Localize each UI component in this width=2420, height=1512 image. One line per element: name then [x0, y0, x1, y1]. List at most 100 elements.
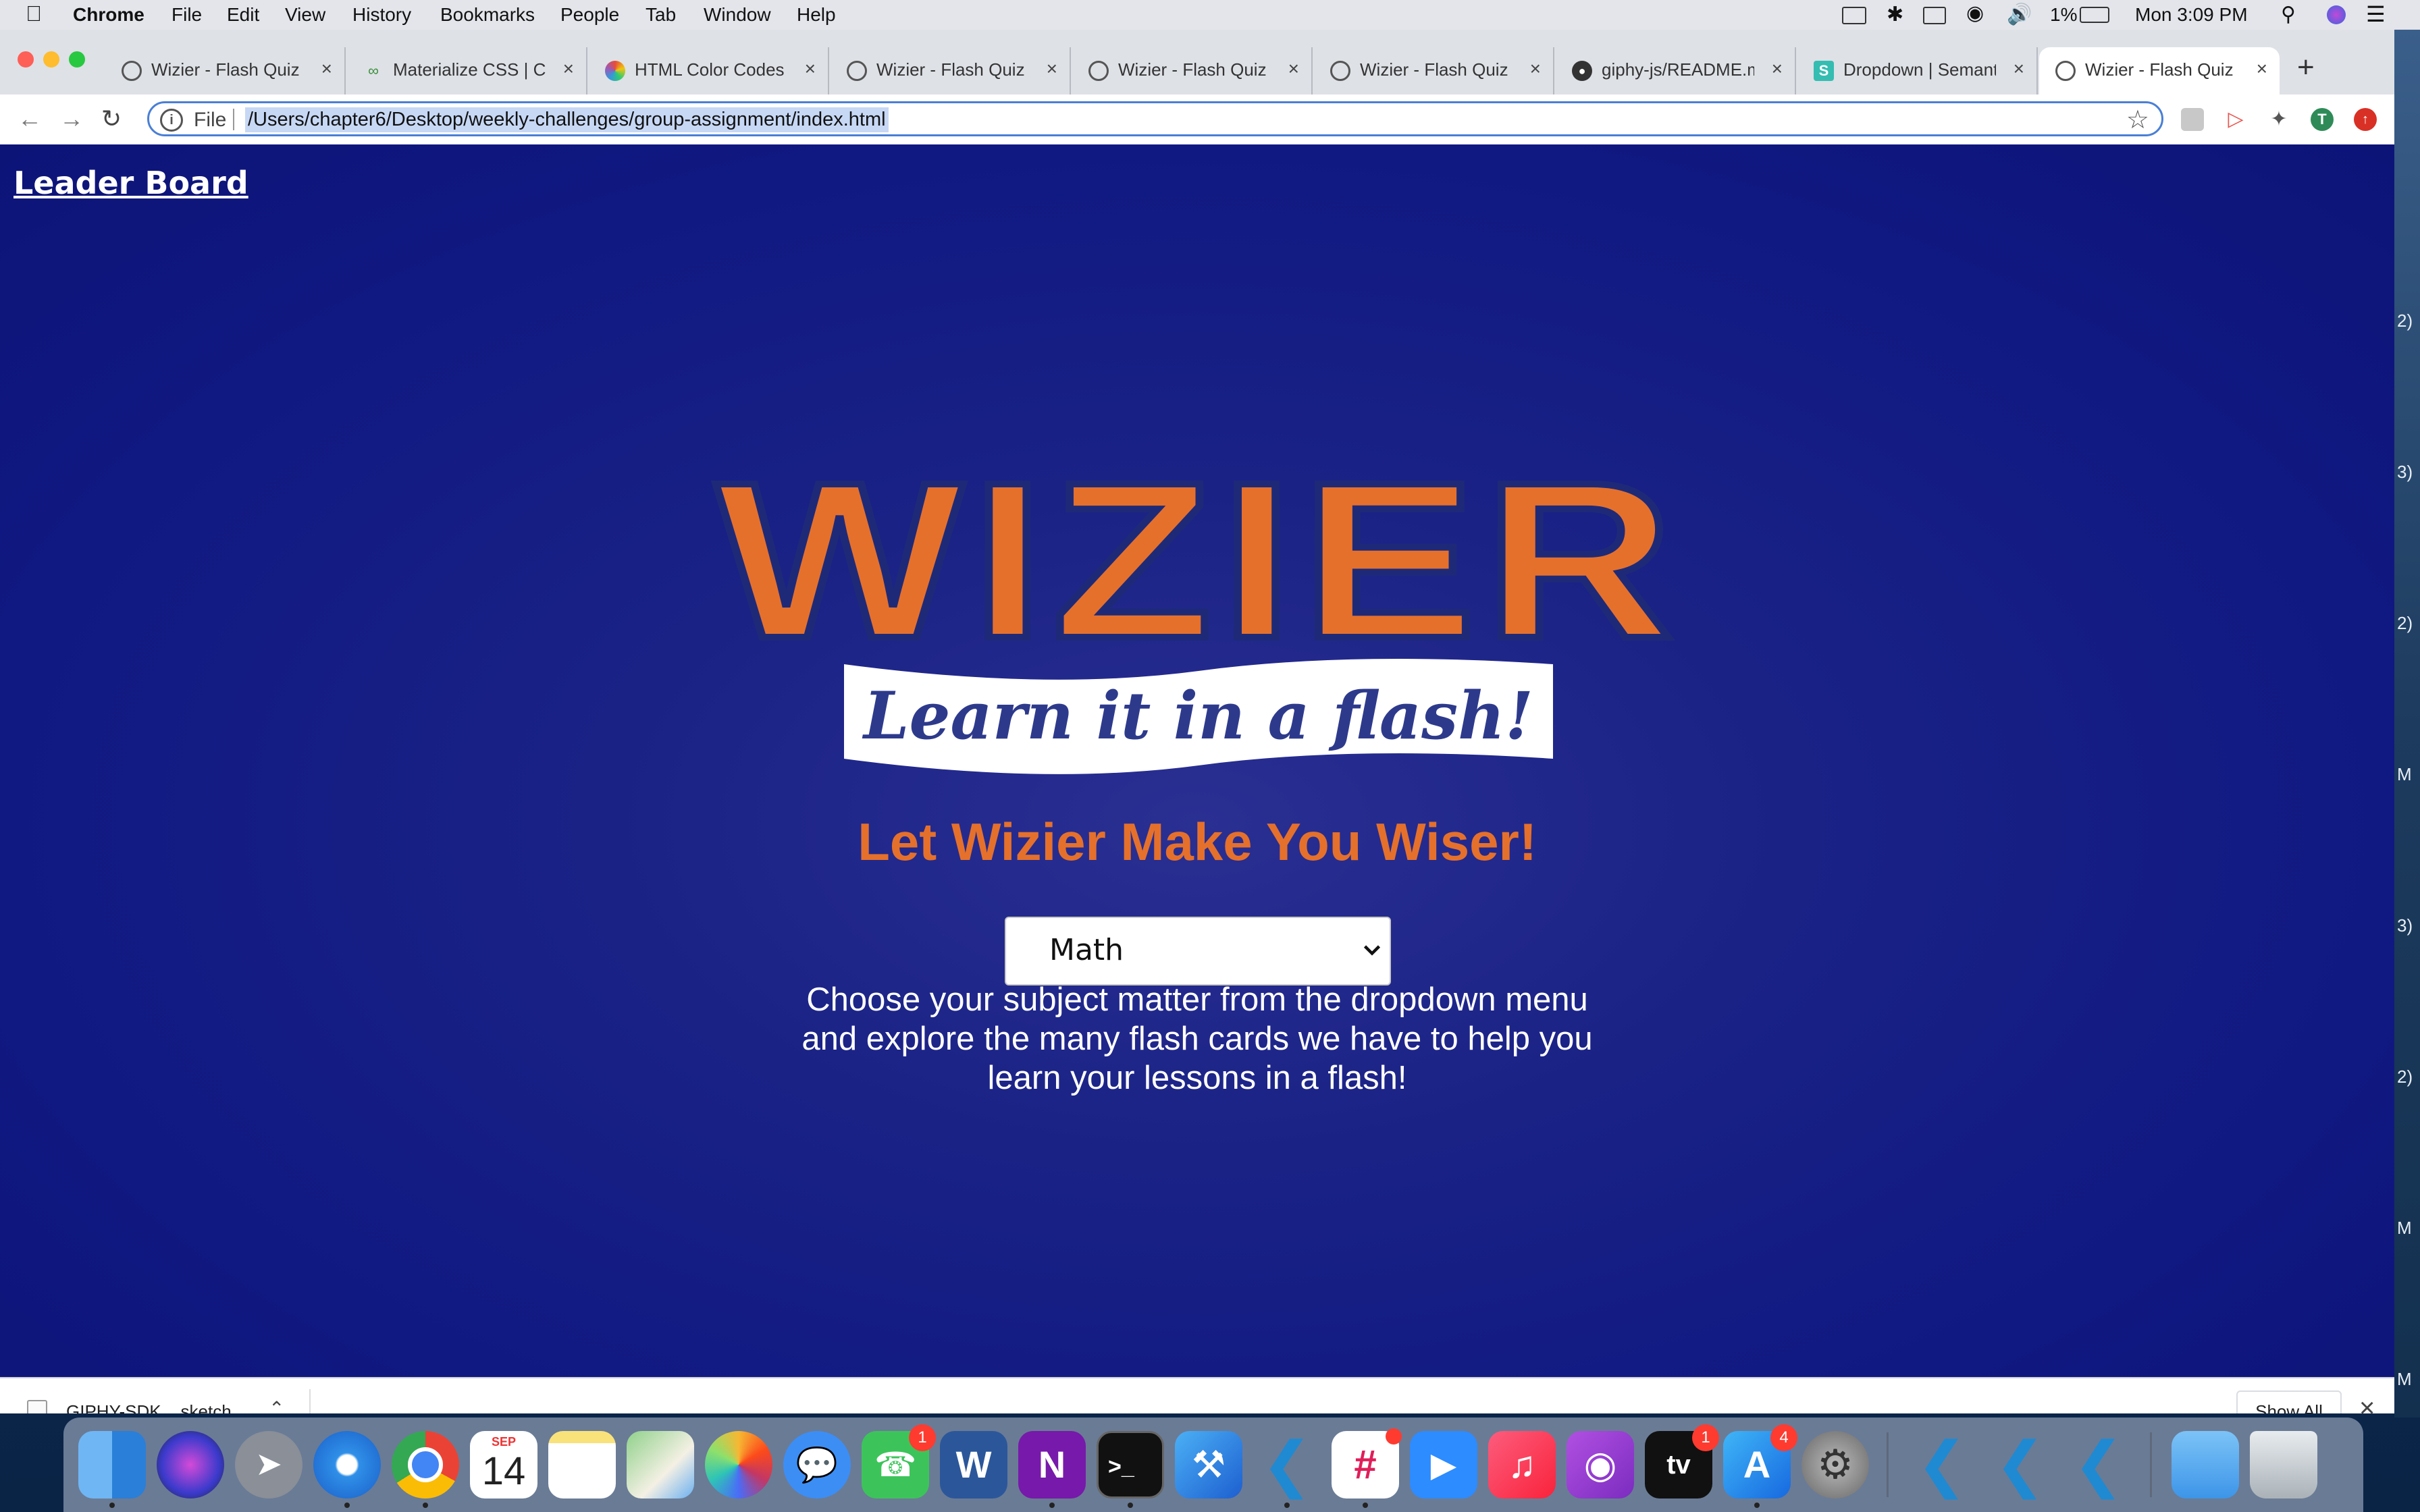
notification-center-icon[interactable]: ☰ [2366, 1, 2386, 27]
tab-active[interactable]: Wizier - Flash Quiz × [2039, 47, 2280, 94]
xcode-icon[interactable]: ⚒ [1175, 1431, 1242, 1498]
bluetooth-icon[interactable]: ✱ [1887, 3, 1903, 26]
battery-icon[interactable] [2080, 7, 2109, 23]
close-icon[interactable]: × [1530, 58, 1541, 80]
spotlight-search-icon[interactable]: ⚲ [2281, 3, 2296, 26]
menu-file[interactable]: File [172, 4, 202, 26]
close-icon[interactable]: × [2014, 58, 2024, 80]
menu-app-name[interactable]: Chrome [73, 4, 144, 26]
trash-icon[interactable] [2250, 1431, 2317, 1498]
minimize-window-button[interactable] [43, 51, 59, 68]
recorder-extension-icon[interactable]: ▷ [2224, 108, 2247, 131]
chevron-up-icon[interactable]: ⌃ [269, 1397, 284, 1413]
menu-history[interactable]: History [352, 4, 411, 26]
tab[interactable]: Wizier - Flash Quiz × [1314, 47, 1554, 94]
tab[interactable]: Wizier - Flash Quiz × [831, 47, 1071, 94]
desktop-edge-text: M [2397, 1218, 2412, 1238]
volume-icon[interactable]: 🔊 [2007, 3, 2032, 26]
notes-icon[interactable] [548, 1431, 616, 1498]
messages-icon[interactable]: 💬 [783, 1431, 851, 1498]
subject-dropdown[interactable]: Math [1005, 917, 1391, 986]
menu-view[interactable]: View [285, 4, 325, 26]
close-icon[interactable]: × [805, 58, 816, 80]
running-indicator [423, 1503, 428, 1508]
zoom-icon[interactable]: ▶ [1410, 1431, 1477, 1498]
new-tab-button[interactable]: + [2297, 53, 2315, 82]
chrome-icon[interactable] [392, 1431, 459, 1498]
notification-badge: 4 [1770, 1424, 1797, 1451]
reload-icon[interactable]: ↻ [101, 104, 122, 134]
tab[interactable]: S Dropdown | Semanti × [1797, 47, 2038, 94]
url-text[interactable]: /Users/chapter6/Desktop/weekly-challenge… [245, 107, 889, 132]
tab[interactable]: HTML Color Codes × [589, 47, 829, 94]
extension-icon[interactable] [2181, 108, 2204, 131]
podcasts-icon[interactable]: ◉ [1567, 1431, 1634, 1498]
close-window-button[interactable] [18, 51, 34, 68]
tab[interactable]: ∞ Materialize CSS | Co × [347, 47, 587, 94]
onenote-icon[interactable]: N [1018, 1431, 1086, 1498]
update-icon[interactable]: ↑ [2354, 108, 2377, 131]
photos-icon[interactable] [705, 1431, 772, 1498]
system-preferences-icon[interactable]: ⚙ [1801, 1431, 1869, 1498]
leaderboard-link[interactable]: Leader Board [14, 165, 248, 201]
keyboard-icon[interactable] [1842, 7, 1866, 24]
music-icon[interactable]: ♫ [1488, 1431, 1556, 1498]
calendar-icon[interactable]: SEP 14 [470, 1431, 537, 1498]
downloads-folder-icon[interactable] [2172, 1431, 2239, 1498]
desktop-edge-text: 2) [2397, 1066, 2413, 1087]
close-icon[interactable]: × [563, 58, 574, 80]
airplay-icon[interactable] [1923, 7, 1946, 24]
tab[interactable]: Wizier - Flash Quiz × [1072, 47, 1313, 94]
profile-avatar[interactable]: T [2311, 108, 2334, 131]
menu-tab[interactable]: Tab [646, 4, 676, 26]
notification-badge: 1 [909, 1424, 936, 1451]
bookmark-star-icon[interactable]: ☆ [2126, 105, 2149, 135]
facetime-icon[interactable]: ☎ 1 [862, 1424, 936, 1498]
puzzle-icon[interactable]: ✦ [2267, 108, 2290, 131]
launchpad-icon[interactable]: ➤ [235, 1431, 302, 1498]
tab[interactable]: Wizier - Flash Quiz × [105, 47, 346, 94]
finder-icon[interactable] [78, 1431, 146, 1498]
tab[interactable]: ● giphy-js/README.m × [1556, 47, 1796, 94]
menu-bookmarks[interactable]: Bookmarks [440, 4, 535, 26]
menu-clock[interactable]: Mon 3:09 PM [2135, 4, 2248, 26]
macos-menu-bar:  Chrome File Edit View History Bookmark… [0, 0, 2420, 30]
safari-icon[interactable] [313, 1431, 381, 1498]
close-icon[interactable]: × [1047, 58, 1057, 80]
download-divider [309, 1389, 311, 1413]
address-bar[interactable]: i File /Users/chapter6/Desktop/weekly-ch… [147, 101, 2163, 136]
site-info-icon[interactable]: i [160, 109, 183, 132]
globe-icon [1330, 61, 1350, 81]
menu-people[interactable]: People [560, 4, 619, 26]
close-icon[interactable]: × [321, 58, 332, 80]
zoom-window-button[interactable] [69, 51, 85, 68]
menu-edit[interactable]: Edit [227, 4, 259, 26]
running-indicator [1284, 1503, 1290, 1508]
subject-selected-value: Math [1049, 933, 1124, 967]
download-file-name[interactable]: GIPHY-SDK....sketch [66, 1401, 232, 1413]
forward-arrow-icon[interactable]: → [59, 104, 84, 134]
close-icon[interactable]: × [1288, 58, 1299, 80]
back-arrow-icon[interactable]: ← [18, 104, 42, 134]
terminal-icon[interactable]: >_ [1097, 1431, 1164, 1498]
vscode-icon[interactable]: ❮ [1253, 1431, 1321, 1498]
siri-icon[interactable] [2327, 5, 2346, 24]
wifi-icon[interactable]: ◉ [1966, 1, 1984, 25]
close-icon[interactable]: × [2257, 58, 2267, 80]
slack-icon[interactable]: # [1332, 1428, 1402, 1498]
vscode-window-icon[interactable]: ❮ [1908, 1431, 1976, 1498]
vscode-window-icon[interactable]: ❮ [1987, 1431, 2054, 1498]
close-icon[interactable]: × [1772, 58, 1783, 80]
tab-title: Dropdown | Semanti [1843, 59, 1996, 80]
maps-icon[interactable] [627, 1431, 694, 1498]
close-icon[interactable]: × [2359, 1393, 2375, 1413]
show-all-downloads-button[interactable]: Show All [2236, 1390, 2342, 1413]
menu-window[interactable]: Window [704, 4, 771, 26]
word-icon[interactable]: W [940, 1431, 1007, 1498]
app-store-icon[interactable]: A 4 [1723, 1424, 1797, 1498]
apple-tv-icon[interactable]: tv 1 [1645, 1424, 1719, 1498]
vscode-window-icon[interactable]: ❮ [2065, 1431, 2132, 1498]
siri-icon[interactable] [157, 1431, 224, 1498]
apple-icon[interactable]:  [26, 1, 42, 26]
menu-help[interactable]: Help [797, 4, 836, 26]
